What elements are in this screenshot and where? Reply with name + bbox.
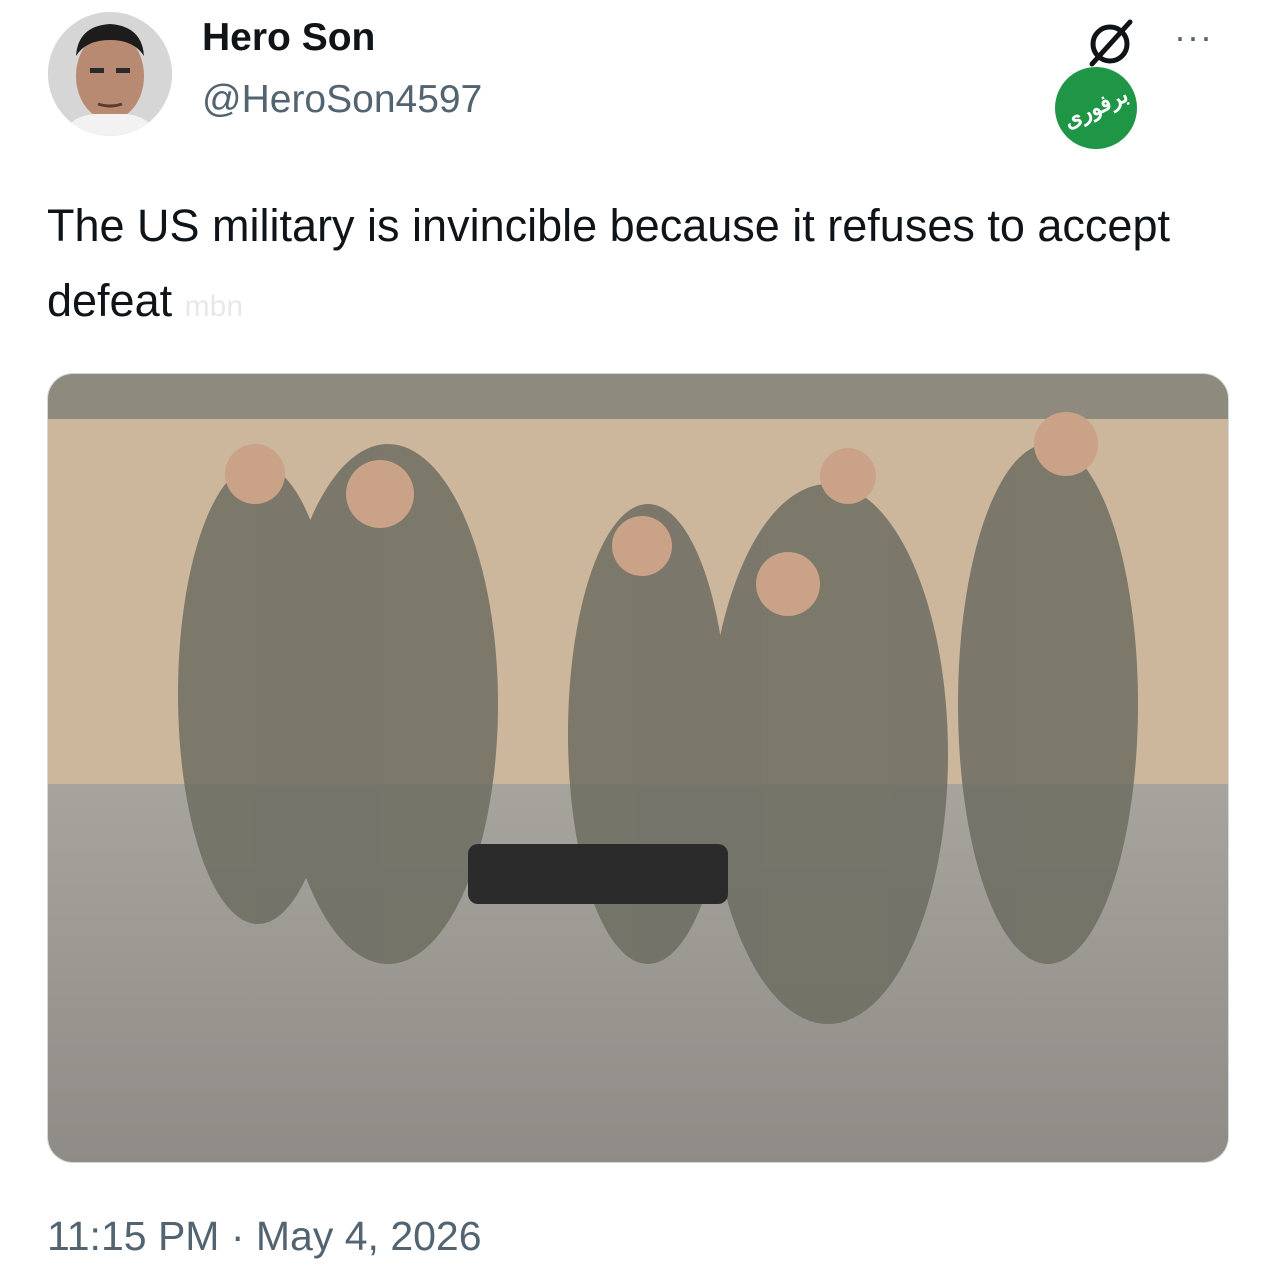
- post-text: The US military is invincible because it…: [47, 188, 1217, 344]
- author-name[interactable]: Hero Son: [202, 16, 375, 60]
- x-logo-icon: [1086, 18, 1136, 68]
- post-timestamp[interactable]: 11:15 PM · May 4, 2026: [47, 1213, 482, 1260]
- more-options-icon[interactable]: ···: [1174, 19, 1213, 55]
- post-image[interactable]: [47, 373, 1229, 1163]
- text-watermark: mbn: [184, 290, 243, 323]
- channel-watermark-logo: برفوری: [1055, 67, 1137, 149]
- author-handle[interactable]: @HeroSon4597: [202, 78, 482, 122]
- author-avatar[interactable]: [48, 12, 172, 136]
